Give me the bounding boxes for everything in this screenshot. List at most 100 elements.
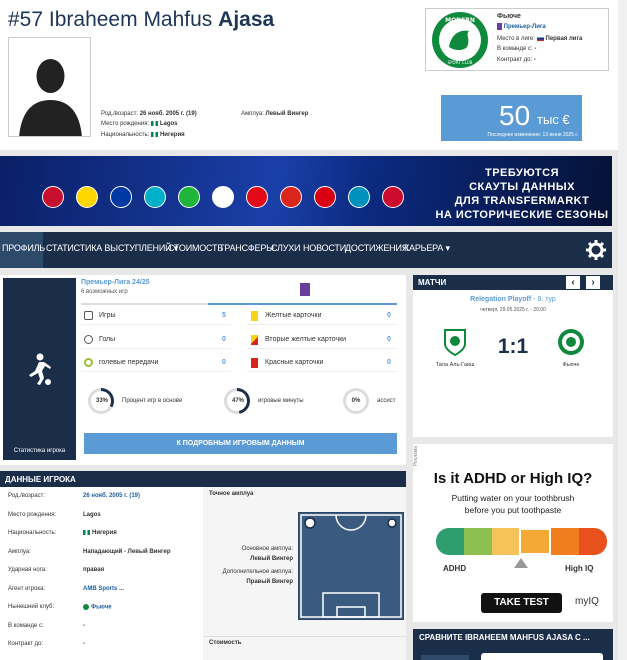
prev-match-button[interactable]: ‹: [565, 275, 581, 290]
extra-position-label: Дополнительное амплуа:: [222, 569, 293, 575]
birthplace-fact: Место рождения: Lagos: [101, 121, 178, 128]
scale-pointer-icon: [514, 558, 528, 568]
ad-right-label: High IQ: [565, 564, 594, 573]
tab-market-value[interactable]: СТОИМОСТЬ: [168, 243, 223, 253]
banner-flag-icon: [110, 186, 132, 208]
stat-row-assists: голевые передачи 0: [81, 355, 231, 372]
player-data-value[interactable]: 26 нояб. 2005 г. (19): [83, 493, 140, 499]
player-data-header: ДАННЫЕ ИГРОКА: [0, 471, 406, 487]
ad-panel[interactable]: Реклама Is it ADHD or High IQ? Putting w…: [413, 444, 613, 622]
tab-profile[interactable]: ПРОФИЛЬ: [2, 243, 45, 253]
club-name[interactable]: Фьюче: [497, 13, 521, 20]
stats-side-card[interactable]: Статистика игрока: [3, 278, 76, 460]
position-fact: Амплуа: Левый Вингер: [241, 111, 309, 117]
banner-flag-icon: [348, 186, 370, 208]
banner-flag-icon: [280, 186, 302, 208]
player-silhouette-icon: [19, 59, 82, 136]
matches-panel: МАТЧИ ‹ › Relegation Playoff - 9. тур че…: [413, 275, 613, 437]
matches-title: МАТЧИ: [418, 278, 447, 287]
market-value-box[interactable]: 50 тыс € Последнее изменение: 13 июня 20…: [441, 95, 582, 141]
position-title: Точное амплуа: [209, 491, 254, 497]
tab-rumours[interactable]: СЛУХИ: [271, 243, 300, 253]
player-data-value: Нигерия: [83, 530, 117, 536]
banner-flag-icon: [178, 186, 200, 208]
ad-subtitle: Putting water on your toothbrush before …: [451, 493, 575, 515]
club-contract: Контракт до: -: [497, 57, 536, 63]
nigeria-flag-icon: [150, 132, 158, 137]
tab-news[interactable]: НОВОСТИ: [303, 243, 346, 253]
match-date: четверг, 29.05.2025 г. - 20:00: [480, 307, 546, 313]
club-league-level: Место в лиге: Первая лига: [497, 36, 583, 43]
tab-transfers[interactable]: ТРАНСФЕРЫ: [219, 243, 274, 253]
player-data-value: -: [83, 641, 85, 647]
citizenship-fact: Национальность: Нигерия: [101, 132, 185, 139]
main-position-value: Левый Вингер: [250, 556, 293, 562]
player-data-label: Нынешний клуб:: [8, 604, 55, 610]
player-data-label: Амплуа:: [8, 548, 31, 555]
scouts-banner[interactable]: ТРЕБУЮТСЯ СКАУТЫ ДАННЫХ ДЛЯ TRANSFERMARK…: [0, 156, 612, 226]
tab-stats[interactable]: СТАТИСТИКА ВЫСТУПЛЕНИЙ ▾: [46, 243, 178, 254]
banner-flag-icon: [314, 186, 336, 208]
extra-position-marker: [387, 518, 397, 528]
second-yellow-card-icon: [251, 335, 258, 345]
ad-scale-segment: [463, 528, 492, 555]
gear-icon[interactable]: [586, 240, 606, 260]
player-data-label: Место рождения:: [8, 511, 57, 518]
club-league[interactable]: Премьер-Лига: [497, 23, 546, 30]
player-header: #57 Ibraheem Mahfus Ajasa Род./возраст: …: [0, 0, 627, 150]
ad-scale-segment: [491, 528, 520, 555]
nigeria-flag-icon: [83, 530, 90, 535]
away-team-name[interactable]: Фьюче: [541, 362, 601, 368]
player-data-value: Lagos: [83, 511, 101, 518]
market-value-updated: Последнее изменение: 13 июня 2025 г.: [487, 132, 578, 138]
take-test-button[interactable]: TAKE TEST: [481, 593, 562, 613]
home-team-logo[interactable]: [443, 328, 467, 356]
player-data-value: -: [83, 622, 85, 629]
tab-career[interactable]: КАРЬЕРА ▾: [404, 243, 450, 254]
ad-scale-segment: [579, 528, 607, 555]
club-box[interactable]: MODERN SPORT CLUB Фьюче Премьер-Лига Мес…: [425, 8, 609, 71]
banner-flag-icon: [42, 186, 64, 208]
matches-header: МАТЧИ ‹ ›: [413, 275, 613, 290]
club-joined: В команде с: -: [497, 46, 537, 52]
ad-tag: Реклама: [413, 446, 419, 467]
stat-row-goals: Голы 0: [81, 332, 231, 349]
player-data-label: Национальность:: [8, 530, 57, 536]
banner-flag-icon: [246, 186, 268, 208]
stats-possible-games: 6 возможных игр: [81, 289, 128, 295]
banner-text: ТРЕБУЮТСЯ СКАУТЫ ДАННЫХ ДЛЯ TRANSFERMARK…: [435, 167, 609, 221]
position-pitch: [298, 512, 404, 620]
next-match-button[interactable]: ›: [585, 275, 601, 290]
ad-left-label: ADHD: [443, 564, 467, 573]
club-logo[interactable]: MODERN SPORT CLUB: [431, 11, 489, 69]
footballer-icon: [29, 353, 51, 385]
field-icon: [84, 311, 93, 320]
ad-scale-segment: [551, 528, 580, 555]
ad-brand: myIQ: [575, 596, 599, 607]
league-logo-icon[interactable]: [300, 283, 310, 296]
home-team-name[interactable]: Тала Аль-Гаиш: [425, 362, 485, 368]
page-scroll-strip: [618, 0, 627, 660]
main-position-label: Основное амплуа:: [241, 546, 293, 552]
position-panel: Точное амплуа Основное амплуа: Левый Вин…: [203, 487, 406, 660]
pitch-lines: [300, 514, 402, 618]
ad-title[interactable]: Is it ADHD or High IQ?: [413, 470, 613, 487]
match-score[interactable]: 1:1: [493, 335, 533, 359]
player-data-value[interactable]: AMB Sports ...: [83, 586, 124, 592]
ad-scale-segment: [519, 528, 552, 555]
player-photo: [8, 37, 91, 137]
stats-competition[interactable]: Премьер-Лига 24/25: [81, 279, 150, 286]
player-data-value[interactable]: Фьюче: [83, 604, 112, 611]
compare-panel[interactable]: СРАВНИТЕ IBRAHEEM MAHFUS AJASA С ...: [413, 629, 613, 660]
ad-scale-segment: [436, 528, 464, 555]
club-logo-icon: [83, 604, 89, 610]
detailed-stats-button[interactable]: К ПОДРОБНЫМ ИГРОВЫМ ДАННЫМ: [84, 433, 397, 454]
tab-achievements[interactable]: ДОСТИЖЕНИЯ: [345, 243, 408, 253]
match-competition[interactable]: Relegation Playoff - 9. тур: [413, 296, 613, 303]
player-data-title: ДАННЫЕ ИГРОКА: [5, 475, 76, 484]
away-team-logo[interactable]: [557, 328, 585, 356]
compare-search-input[interactable]: [481, 653, 603, 660]
svg-text:MODERN: MODERN: [445, 17, 475, 24]
banner-flag-icon: [212, 186, 234, 208]
player-data-value: Нападающий - Левый Вингер: [83, 548, 171, 555]
